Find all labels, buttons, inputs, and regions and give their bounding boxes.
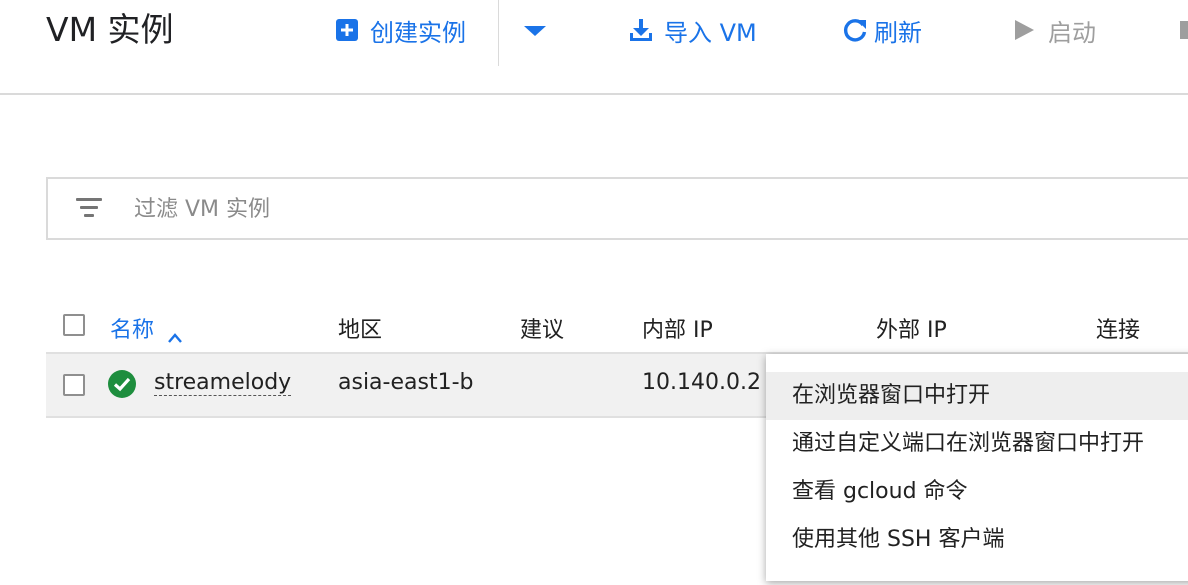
- start-button[interactable]: 启动: [1012, 10, 1096, 50]
- column-header-name[interactable]: 名称: [110, 312, 183, 344]
- create-instance-label: 创建实例: [370, 18, 466, 47]
- column-header-name-label: 名称: [110, 318, 155, 343]
- select-all-checkbox[interactable]: [63, 314, 85, 336]
- column-header-external-ip[interactable]: 外部 IP: [876, 312, 947, 344]
- filter-bar: [46, 177, 1188, 240]
- import-vm-label: 导入 VM: [664, 18, 757, 47]
- import-vm-button[interactable]: 导入 VM: [628, 10, 757, 50]
- play-icon: [1012, 17, 1038, 43]
- refresh-label: 刷新: [874, 18, 922, 47]
- menu-item-other-ssh-client[interactable]: 使用其他 SSH 客户端: [766, 516, 1188, 564]
- sort-up-icon: [167, 325, 183, 343]
- instance-zone: asia-east1-b: [338, 370, 474, 395]
- download-icon: [628, 17, 654, 43]
- refresh-button[interactable]: 刷新: [842, 10, 922, 50]
- ssh-options-menu: 在浏览器窗口中打开 通过自定义端口在浏览器窗口中打开 查看 gcloud 命令 …: [766, 354, 1188, 581]
- start-label: 启动: [1048, 18, 1096, 47]
- refresh-icon: [842, 17, 868, 43]
- create-instance-button[interactable]: 创建实例: [334, 10, 466, 50]
- add-box-icon: [334, 17, 360, 43]
- column-header-internal-ip[interactable]: 内部 IP: [642, 312, 713, 344]
- stop-icon: [1178, 17, 1188, 43]
- menu-item-view-gcloud[interactable]: 查看 gcloud 命令: [766, 468, 1188, 516]
- menu-item-open-custom-port[interactable]: 通过自定义端口在浏览器窗口中打开: [766, 420, 1188, 468]
- instance-internal-ip: 10.140.0.2: [642, 370, 761, 395]
- toolbar: VM 实例 创建实例 导入 VM 刷新 启动: [0, 0, 1188, 95]
- filter-input[interactable]: [132, 189, 1036, 229]
- column-header-recommendation[interactable]: 建议: [520, 312, 564, 344]
- create-options-dropdown[interactable]: [522, 10, 548, 50]
- table-header: 名称 地区 建议 内部 IP 外部 IP 连接: [46, 300, 1188, 354]
- menu-item-open-browser[interactable]: 在浏览器窗口中打开: [766, 372, 1188, 420]
- filter-icon: [76, 196, 102, 218]
- page-title: VM 实例: [46, 10, 174, 49]
- column-header-zone[interactable]: 地区: [338, 312, 382, 344]
- check-circle-icon: [108, 370, 136, 398]
- toolbar-divider: [498, 0, 499, 66]
- instance-name-link[interactable]: streamelody: [154, 370, 292, 396]
- dropdown-arrow-icon: [522, 17, 548, 43]
- stop-button[interactable]: [1178, 10, 1188, 50]
- row-checkbox[interactable]: [63, 374, 85, 396]
- instance-name-text: streamelody: [154, 370, 292, 396]
- column-header-connect[interactable]: 连接: [1096, 312, 1140, 344]
